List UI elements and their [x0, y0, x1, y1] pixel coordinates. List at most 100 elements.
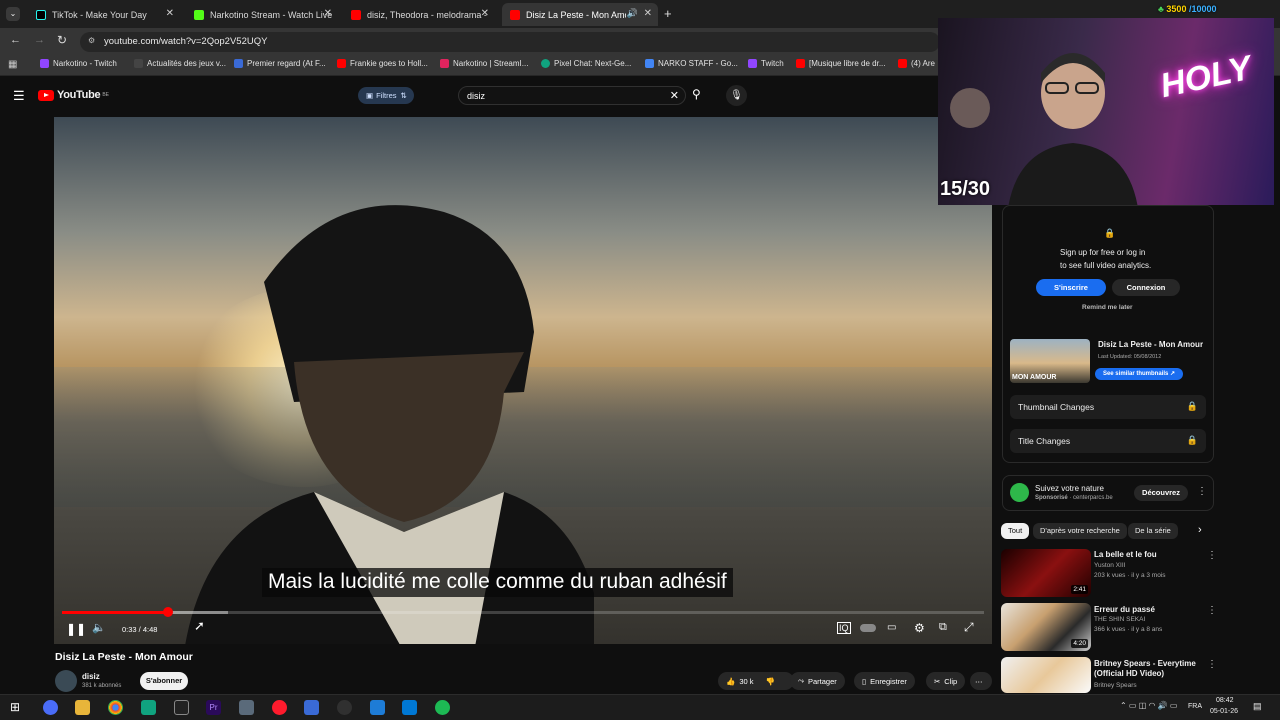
analytics-thumbnail[interactable]: MON AMOUR: [1010, 339, 1090, 383]
microphone-icon[interactable]: 🎙: [726, 85, 747, 106]
subtitles-icon[interactable]: ▭: [887, 622, 896, 633]
recommendation-thumbnail[interactable]: [1001, 657, 1091, 693]
login-button[interactable]: Connexion: [1112, 279, 1180, 296]
new-tab-button[interactable]: +: [664, 6, 672, 21]
bookmark-item[interactable]: Narkotino | StreamI...: [440, 59, 528, 68]
filters-button[interactable]: ▣ Filtres ⇅: [358, 87, 414, 104]
volume-icon[interactable]: 🔈: [92, 621, 106, 634]
chip-series[interactable]: De la série: [1128, 523, 1178, 539]
app-icon[interactable]: [239, 700, 254, 715]
recommendation-thumbnail[interactable]: 4:20: [1001, 603, 1091, 651]
language-indicator[interactable]: FRA: [1188, 703, 1202, 710]
clock-date[interactable]: 05-01-26: [1210, 708, 1238, 715]
fullscreen-icon[interactable]: ⤢: [964, 620, 974, 635]
chevron-right-icon[interactable]: ›: [1198, 524, 1202, 536]
ad-cta-button[interactable]: Découvrez: [1134, 485, 1188, 501]
bookmark-item[interactable]: (4) Are: [898, 59, 935, 68]
menu-icon[interactable]: ☰: [13, 88, 25, 104]
close-icon[interactable]: ✕: [324, 8, 332, 19]
close-icon[interactable]: ✕: [481, 8, 489, 19]
bookmark-item[interactable]: Narkotino - Twitch: [40, 59, 117, 68]
thumbnail-changes-row[interactable]: Thumbnail Changes 🔒: [1010, 395, 1206, 419]
youtube-icon: [510, 9, 520, 20]
chatgpt-icon[interactable]: [141, 700, 156, 715]
recommendation-channel[interactable]: Yuston XIII: [1094, 562, 1125, 569]
apps-grid-icon[interactable]: ▦: [8, 59, 17, 70]
like-icon[interactable]: 👍: [726, 677, 735, 686]
bookmark-item[interactable]: NARKO STAFF - Go...: [645, 59, 738, 68]
recommendation-channel[interactable]: Britney Spears: [1094, 682, 1137, 689]
more-vert-icon[interactable]: ⋮: [1207, 550, 1217, 561]
more-vert-icon[interactable]: ⋮: [1207, 659, 1217, 670]
bookmark-item[interactable]: Twitch: [748, 59, 784, 68]
recommendation-title[interactable]: Erreur du passé: [1094, 605, 1202, 615]
more-vert-icon[interactable]: ⋮: [1197, 486, 1207, 497]
youtube-logo[interactable]: YouTube BE: [38, 89, 109, 101]
progress-scrubber[interactable]: [163, 607, 174, 617]
bookmark-label: Narkotino | StreamI...: [453, 59, 529, 68]
premiere-icon[interactable]: Pr: [206, 700, 221, 715]
more-vert-icon[interactable]: ⋮: [1207, 605, 1217, 616]
bookmark-item[interactable]: Frankie goes to Holl...: [337, 59, 428, 68]
video-player[interactable]: [54, 117, 992, 644]
settings-gear-icon[interactable]: ⚙: [914, 621, 925, 635]
tray-icons[interactable]: ⌃ ▭ ◫ ◠ 🔊 ▭: [1120, 701, 1177, 710]
calculator-icon[interactable]: [370, 700, 385, 715]
app-icon[interactable]: [304, 700, 319, 715]
folder-icon[interactable]: [75, 700, 90, 715]
site-info-icon[interactable]: ⚙: [88, 36, 95, 45]
remind-later-link[interactable]: Remind me later: [1082, 304, 1133, 311]
dislike-icon[interactable]: 👎: [766, 677, 775, 686]
opera-icon[interactable]: [272, 700, 287, 715]
tab-tiktok[interactable]: TikTok - Make Your Day ✕: [28, 3, 180, 26]
forward-arrow-icon[interactable]: →: [34, 34, 45, 46]
notifications-icon[interactable]: ▤: [1253, 701, 1262, 712]
url-field[interactable]: ⚙ youtube.com/watch?v=2Qop2V52UQY: [80, 32, 940, 52]
channel-name[interactable]: disiz: [82, 672, 100, 681]
bookmark-item[interactable]: Premier regard (At F...: [234, 59, 326, 68]
more-actions-button[interactable]: ⋯: [970, 672, 992, 690]
save-button[interactable]: ▯ Enregistrer: [854, 672, 915, 690]
register-button[interactable]: S'inscrire: [1036, 279, 1106, 296]
back-arrow-icon[interactable]: ←: [10, 34, 21, 46]
bookmark-item[interactable]: Actualités des jeux v...: [134, 59, 226, 68]
bookmark-item[interactable]: Pixel Chat: Next-Ge...: [541, 59, 631, 68]
chrome-icon[interactable]: [108, 700, 123, 715]
share-button[interactable]: ⤳ Partager: [790, 672, 845, 690]
windows-start-icon[interactable]: ⊞: [10, 700, 20, 714]
recommendation-title[interactable]: La belle et le fou: [1094, 550, 1202, 560]
pause-icon[interactable]: ❚❚: [66, 622, 86, 636]
miniplayer-icon[interactable]: ⧉: [939, 621, 947, 634]
recommendation-title[interactable]: Britney Spears - Everytime (Official HD …: [1094, 659, 1202, 679]
terminal-icon[interactable]: [174, 700, 189, 715]
speaker-icon[interactable]: 🔊: [627, 8, 638, 19]
stats-icon[interactable]: IQ: [837, 622, 851, 634]
subscribe-button[interactable]: S'abonner: [140, 672, 188, 690]
chip-search-based[interactable]: D'après votre recherche: [1033, 523, 1127, 539]
recommendation-thumbnail[interactable]: 2:41: [1001, 549, 1091, 597]
bookmark-item[interactable]: [Musique libre de dr...: [796, 59, 885, 68]
search-input[interactable]: disiz ✕: [458, 86, 686, 105]
like-count[interactable]: 30 k: [739, 677, 753, 686]
recommendation-channel[interactable]: THE SHIN SEKAI: [1094, 616, 1145, 623]
title-changes-row[interactable]: Title Changes 🔒: [1010, 429, 1206, 453]
chip-all[interactable]: Tout: [1001, 523, 1030, 539]
clock-time[interactable]: 08:42: [1216, 697, 1234, 704]
tab-search-button[interactable]: ⌄: [6, 7, 20, 21]
spotify-icon[interactable]: [435, 700, 450, 715]
clip-button[interactable]: ✂ Clip: [926, 672, 966, 690]
close-icon[interactable]: ✕: [644, 8, 652, 19]
search-icon[interactable]: ⚲: [692, 87, 701, 101]
channel-avatar[interactable]: [55, 670, 77, 692]
tab-kick[interactable]: Narkotino Stream - Watch Live ✕: [186, 3, 338, 26]
reload-icon[interactable]: ↻: [57, 33, 67, 47]
app-icon[interactable]: [43, 700, 58, 715]
close-icon[interactable]: ✕: [166, 8, 174, 19]
obs-icon[interactable]: [337, 700, 352, 715]
similar-thumbnails-button[interactable]: See similar thumbnails ↗: [1095, 368, 1183, 380]
autoplay-toggle[interactable]: [860, 624, 876, 632]
clear-icon[interactable]: ✕: [670, 89, 679, 102]
tab-youtube-mon-amour[interactable]: Disiz La Peste - Mon Amour 🔊 ✕: [502, 3, 658, 26]
app-icon[interactable]: [402, 700, 417, 715]
tab-youtube-melodrama[interactable]: disiz, Theodora - melodrama - ✕: [343, 3, 495, 26]
